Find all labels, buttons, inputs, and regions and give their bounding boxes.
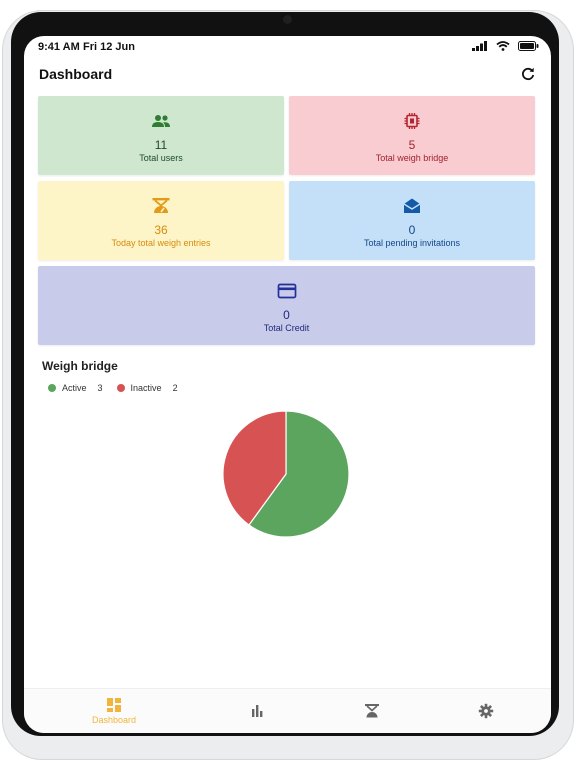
weigh-scale-icon [365,704,379,718]
weigh-entries-value: 36 [154,223,168,237]
bar-chart-icon [252,705,263,717]
refresh-icon[interactable] [520,66,536,82]
status-date: Fri 12 Jun [83,41,135,53]
legend-dot-inactive [116,384,125,392]
weigh-entries-label: Today total weigh entries [111,238,211,248]
wifi-icon [496,41,510,51]
nav-reports[interactable] [217,703,297,719]
weigh-bridge-title: Weigh bridge [42,359,118,373]
battery-icon [518,41,539,51]
nav-weigh-entries[interactable] [332,703,412,719]
nav-dashboard[interactable]: Dashboard [74,697,154,725]
chart-legend: Active 3 Inactive 2 [48,383,178,393]
page-title: Dashboard [39,66,113,82]
legend-inactive-label: Inactive [130,383,162,393]
total-credit-value: 0 [283,308,290,322]
total-users-card[interactable]: 11 Total users [38,96,284,175]
page-header: Dashboard [38,66,538,88]
app-screen: 9:41 AM Fri 12 Jun Dashboard 11 Total us… [24,36,551,733]
front-camera [283,15,292,24]
dashboard-icon [107,698,121,712]
total-weigh-bridge-value: 5 [408,138,416,152]
chip-icon [404,113,420,129]
legend-active: Active 3 [48,383,103,393]
gear-icon [478,703,494,719]
weigh-entries-card[interactable]: 36 Today total weigh entries [38,181,284,260]
status-icons [472,41,539,51]
total-credit-card[interactable]: 0 Total Credit [38,266,535,345]
nav-settings[interactable] [446,703,526,719]
legend-active-count: 3 [97,383,103,393]
pending-invitations-value: 0 [408,223,416,237]
legend-inactive-count: 2 [172,383,178,393]
legend-active-label: Active [62,383,87,393]
envelope-icon [403,198,421,213]
total-weigh-bridge-label: Total weigh bridge [375,153,449,163]
pending-invitations-card[interactable]: 0 Total pending invitations [289,181,535,260]
status-bar: 9:41 AM Fri 12 Jun [24,36,551,58]
nav-dashboard-label: Dashboard [91,715,137,725]
weigh-bridge-pie-chart [222,410,350,538]
status-time: 9:41 AM [38,41,80,53]
legend-inactive: Inactive 2 [116,383,178,393]
pending-invitations-label: Total pending invitations [363,238,461,248]
weigh-scale-icon [152,198,170,213]
total-credit-label: Total Credit [263,323,310,333]
total-users-value: 11 [154,138,168,152]
credit-card-icon [277,283,296,299]
total-users-label: Total users [139,153,183,163]
users-icon [152,115,170,127]
total-weigh-bridge-card[interactable]: 5 Total weigh bridge [289,96,535,175]
legend-dot-active [48,384,56,392]
bottom-navigation: Dashboard [24,688,551,733]
cellular-signal-icon [472,41,487,51]
